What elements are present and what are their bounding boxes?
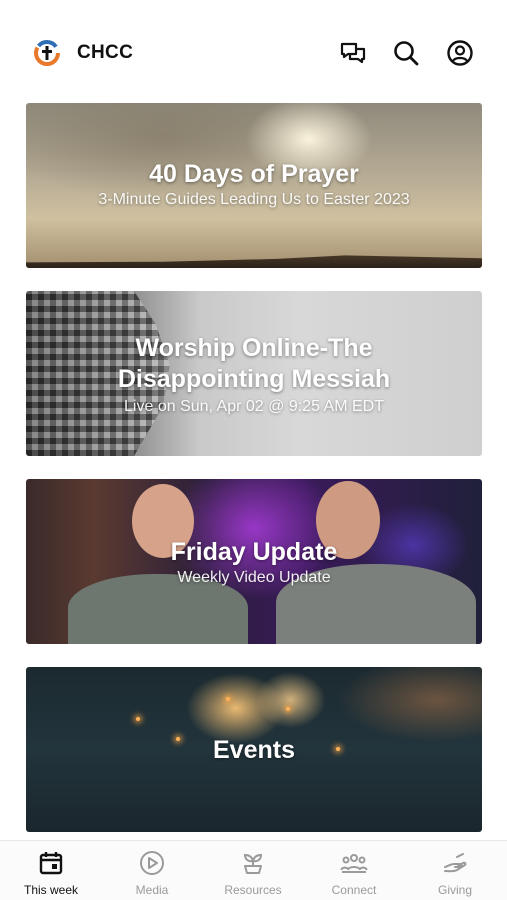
card-subtitle: Live on Sun, Apr 02 @ 9:25 AM EDT bbox=[124, 398, 384, 415]
tab-label: Media bbox=[135, 883, 169, 897]
tab-giving[interactable]: Giving bbox=[405, 849, 505, 899]
card-events[interactable]: Events bbox=[26, 667, 482, 832]
card-worship-online[interactable]: Worship Online-The Disappointing Messiah… bbox=[26, 291, 482, 456]
tab-label: Connect bbox=[331, 883, 377, 897]
chcc-logo-icon bbox=[34, 40, 60, 66]
card-40-days-of-prayer[interactable]: 40 Days of Prayer 3-Minute Guides Leadin… bbox=[26, 103, 482, 268]
app-header: CHCC bbox=[0, 30, 507, 74]
card-title: Events bbox=[213, 736, 295, 764]
card-text: 40 Days of Prayer 3-Minute Guides Leadin… bbox=[26, 159, 482, 210]
card-subtitle: 3-Minute Guides Leading Us to Easter 202… bbox=[98, 191, 410, 208]
sprout-icon bbox=[243, 853, 263, 874]
card-title: Worship Online-The Disappointing Messiah bbox=[117, 334, 391, 393]
tab-this-week[interactable]: This week bbox=[1, 849, 101, 899]
chat-icon[interactable] bbox=[338, 38, 368, 68]
tab-resources[interactable]: Resources bbox=[203, 849, 303, 899]
bottom-tab-bar: This week Media Resources Connect Giving bbox=[0, 840, 507, 900]
card-text: Worship Online-The Disappointing Messiah… bbox=[26, 333, 482, 417]
card-text: Events bbox=[26, 735, 482, 766]
account-icon[interactable] bbox=[445, 38, 475, 68]
calendar-icon bbox=[39, 852, 63, 875]
tab-label: Giving bbox=[437, 883, 472, 897]
tab-label: Resources bbox=[224, 883, 282, 897]
tab-connect[interactable]: Connect bbox=[304, 849, 404, 899]
tab-label: This week bbox=[23, 883, 79, 897]
giving-icon bbox=[444, 853, 467, 873]
search-icon[interactable] bbox=[391, 38, 421, 68]
play-icon bbox=[140, 851, 164, 875]
app-title: CHCC bbox=[77, 42, 134, 63]
card-subtitle: Weekly Video Update bbox=[177, 569, 331, 586]
tab-media[interactable]: Media bbox=[102, 849, 202, 899]
card-title: 40 Days of Prayer bbox=[149, 160, 359, 188]
people-icon bbox=[340, 854, 368, 873]
card-title: Friday Update bbox=[170, 538, 338, 566]
card-friday-update[interactable]: Friday Update Weekly Video Update bbox=[26, 479, 482, 644]
card-text: Friday Update Weekly Video Update bbox=[26, 537, 482, 588]
